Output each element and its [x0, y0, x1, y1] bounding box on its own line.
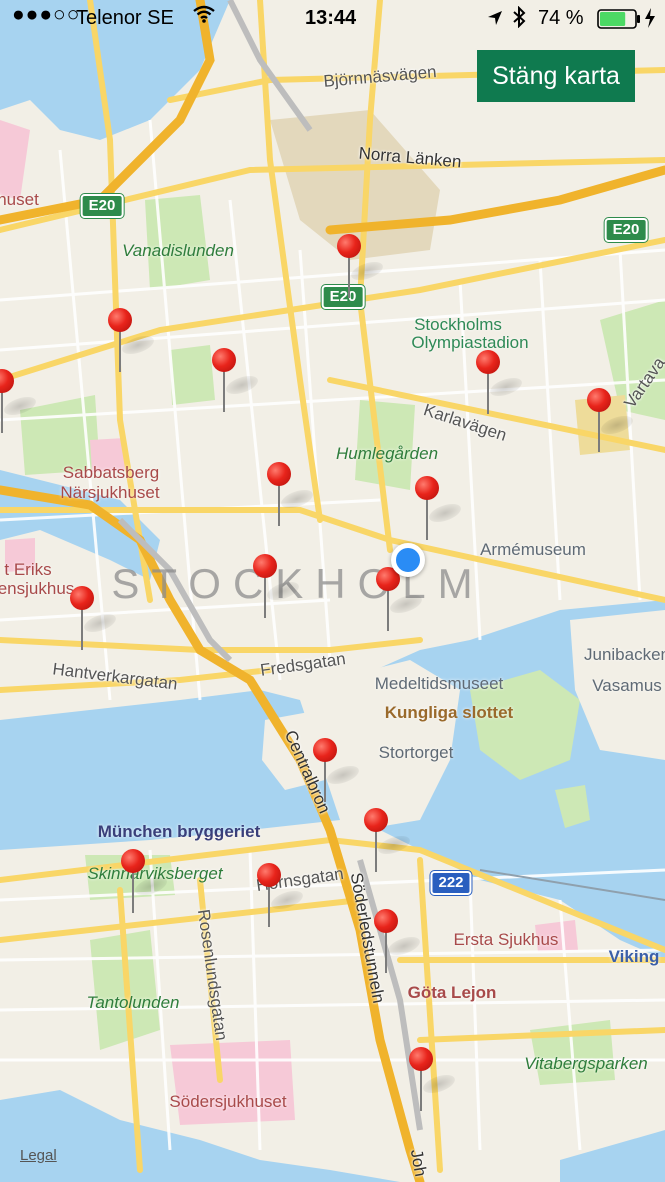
hospital-label-sabbatsberg: Sabbatsberg	[62, 463, 160, 482]
bluetooth-icon	[512, 5, 526, 34]
map-pin[interactable]	[0, 369, 42, 435]
battery-percent-label: 74 %	[538, 7, 584, 29]
map-pin[interactable]	[407, 1047, 461, 1113]
hospital-label-ersta: Ersta Sjukhus	[453, 930, 559, 949]
map-pin[interactable]	[210, 348, 264, 414]
poi-label-stortorget: Stortorget	[378, 743, 454, 762]
map-pin[interactable]	[119, 849, 173, 915]
poi-label-junibacken: Junibacken	[583, 645, 665, 664]
charging-bolt-icon	[644, 8, 656, 34]
map-pin[interactable]	[68, 586, 122, 652]
map-pin[interactable]	[474, 350, 528, 416]
map-pin[interactable]	[362, 808, 416, 874]
map-pin[interactable]	[311, 738, 365, 804]
map-screen: STOCKHOLM Björnnäsvägen Norra Länken Kar…	[0, 0, 665, 1182]
poi-label-vasamuseet: Vasamus	[592, 676, 662, 695]
hospital-label-ogonsjukhus: ensjukhus	[0, 579, 75, 598]
close-map-button[interactable]: Stäng karta	[477, 50, 635, 102]
map-pin[interactable]	[255, 863, 309, 929]
clock-time: 13:44	[305, 7, 357, 29]
hospital-sodersjukhuset	[170, 1040, 295, 1125]
park-label-tantolunden: Tantolunden	[86, 993, 180, 1012]
poi-label-medeltidsmuseet: Medeltidsmuseet	[374, 674, 504, 693]
poi-label-armemuseum: Armémuseum	[480, 540, 586, 559]
location-arrow-icon	[487, 9, 503, 32]
route-shield-e20: E20	[80, 194, 124, 218]
map-pin[interactable]	[265, 462, 319, 528]
map-pin[interactable]	[372, 909, 426, 975]
poi-label-kungliga-slottet: Kungliga slottet	[384, 703, 514, 722]
park-label-vanadislunden: Vanadislunden	[122, 241, 234, 260]
map-pin[interactable]	[335, 234, 389, 300]
signal-dots-icon: ●●●○○	[12, 3, 81, 26]
map-pin[interactable]	[251, 554, 305, 620]
park-observatorielunden	[170, 345, 215, 405]
map-pin[interactable]	[585, 388, 639, 454]
route-shield-e20: E20	[604, 218, 648, 242]
map-pin[interactable]	[106, 308, 160, 374]
battery-icon	[597, 9, 641, 35]
poi-label-olympiastadion: Olympiastadion	[411, 333, 529, 352]
route-shield-222: 222	[430, 871, 472, 895]
user-location-dot	[391, 543, 425, 577]
carrier-label: Telenor SE	[76, 7, 174, 29]
poi-label-munchen-bryggeriet: München bryggeriet	[97, 822, 261, 841]
wifi-icon	[192, 4, 216, 30]
poi-label-stockholms: Stockholms	[414, 315, 502, 334]
hospital-label-st-eriks: t Eriks	[4, 560, 52, 579]
hospital-label-narsjukhuset: Närsjukhuset	[60, 483, 160, 502]
hospital-label-sodersjukhuset: Södersjukhuset	[169, 1092, 287, 1111]
legal-link[interactable]: Legal	[20, 1147, 57, 1164]
park-label-humlegarden: Humlegården	[335, 444, 439, 463]
hospital-label-karolinska: huset	[0, 190, 39, 209]
park-label-vitabergsparken: Vitabergsparken	[524, 1054, 648, 1073]
map-pin[interactable]	[413, 476, 467, 542]
poi-label-viking: Viking	[608, 947, 660, 966]
poi-label-gota-lejon: Göta Lejon	[407, 983, 497, 1002]
map-pin[interactable]	[374, 567, 428, 633]
status-bar: ●●●○○ Telenor SE 13:44 74 %	[0, 0, 665, 38]
